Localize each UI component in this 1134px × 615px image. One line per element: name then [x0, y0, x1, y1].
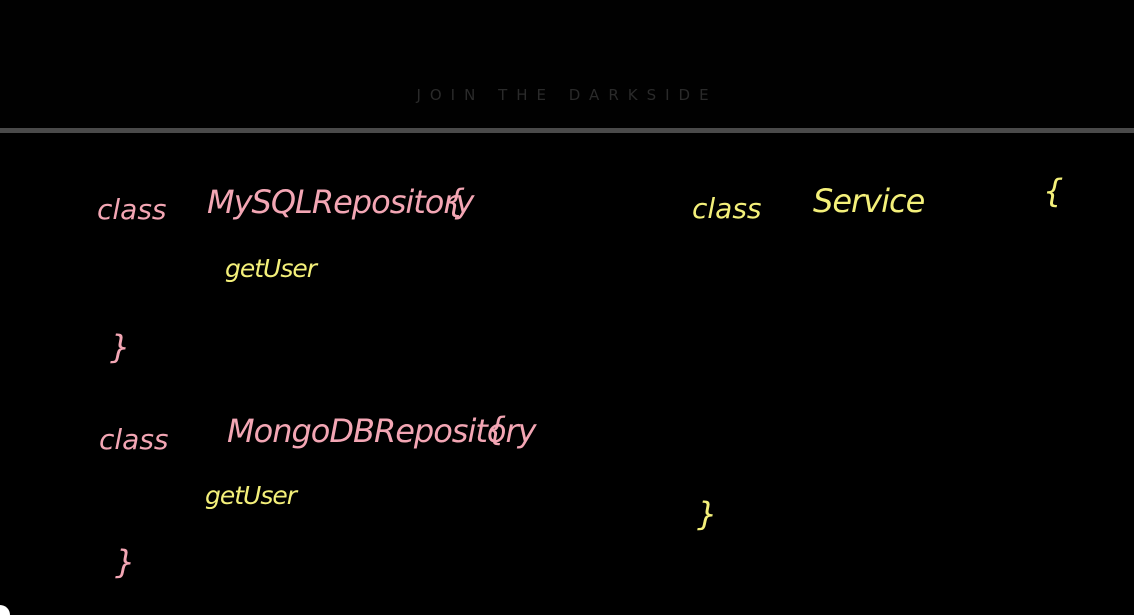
banner-text: JOIN THE DARKSIDE [416, 86, 718, 104]
close-brace-service: } [697, 495, 718, 533]
open-brace-mongodb: { [486, 410, 507, 448]
class-name-mysql: MySQLRepository [207, 183, 474, 221]
close-brace-mysql: } [110, 328, 131, 366]
open-brace-mysql: { [445, 182, 466, 220]
class-name-service: Service [813, 182, 925, 220]
method-getuser-mysql: getUser [225, 254, 317, 283]
class-keyword-mongodb: class [99, 423, 169, 456]
class-keyword-mysql: class [97, 193, 167, 226]
class-keyword-service: class [692, 192, 762, 225]
video-banner: JOIN THE DARKSIDE [0, 0, 1134, 128]
open-brace-service: { [1043, 172, 1064, 210]
whiteboard-canvas: class MySQLRepository { getUser } class … [0, 133, 1134, 615]
close-brace-mongodb: } [115, 543, 136, 581]
method-getuser-mongodb: getUser [205, 481, 297, 510]
